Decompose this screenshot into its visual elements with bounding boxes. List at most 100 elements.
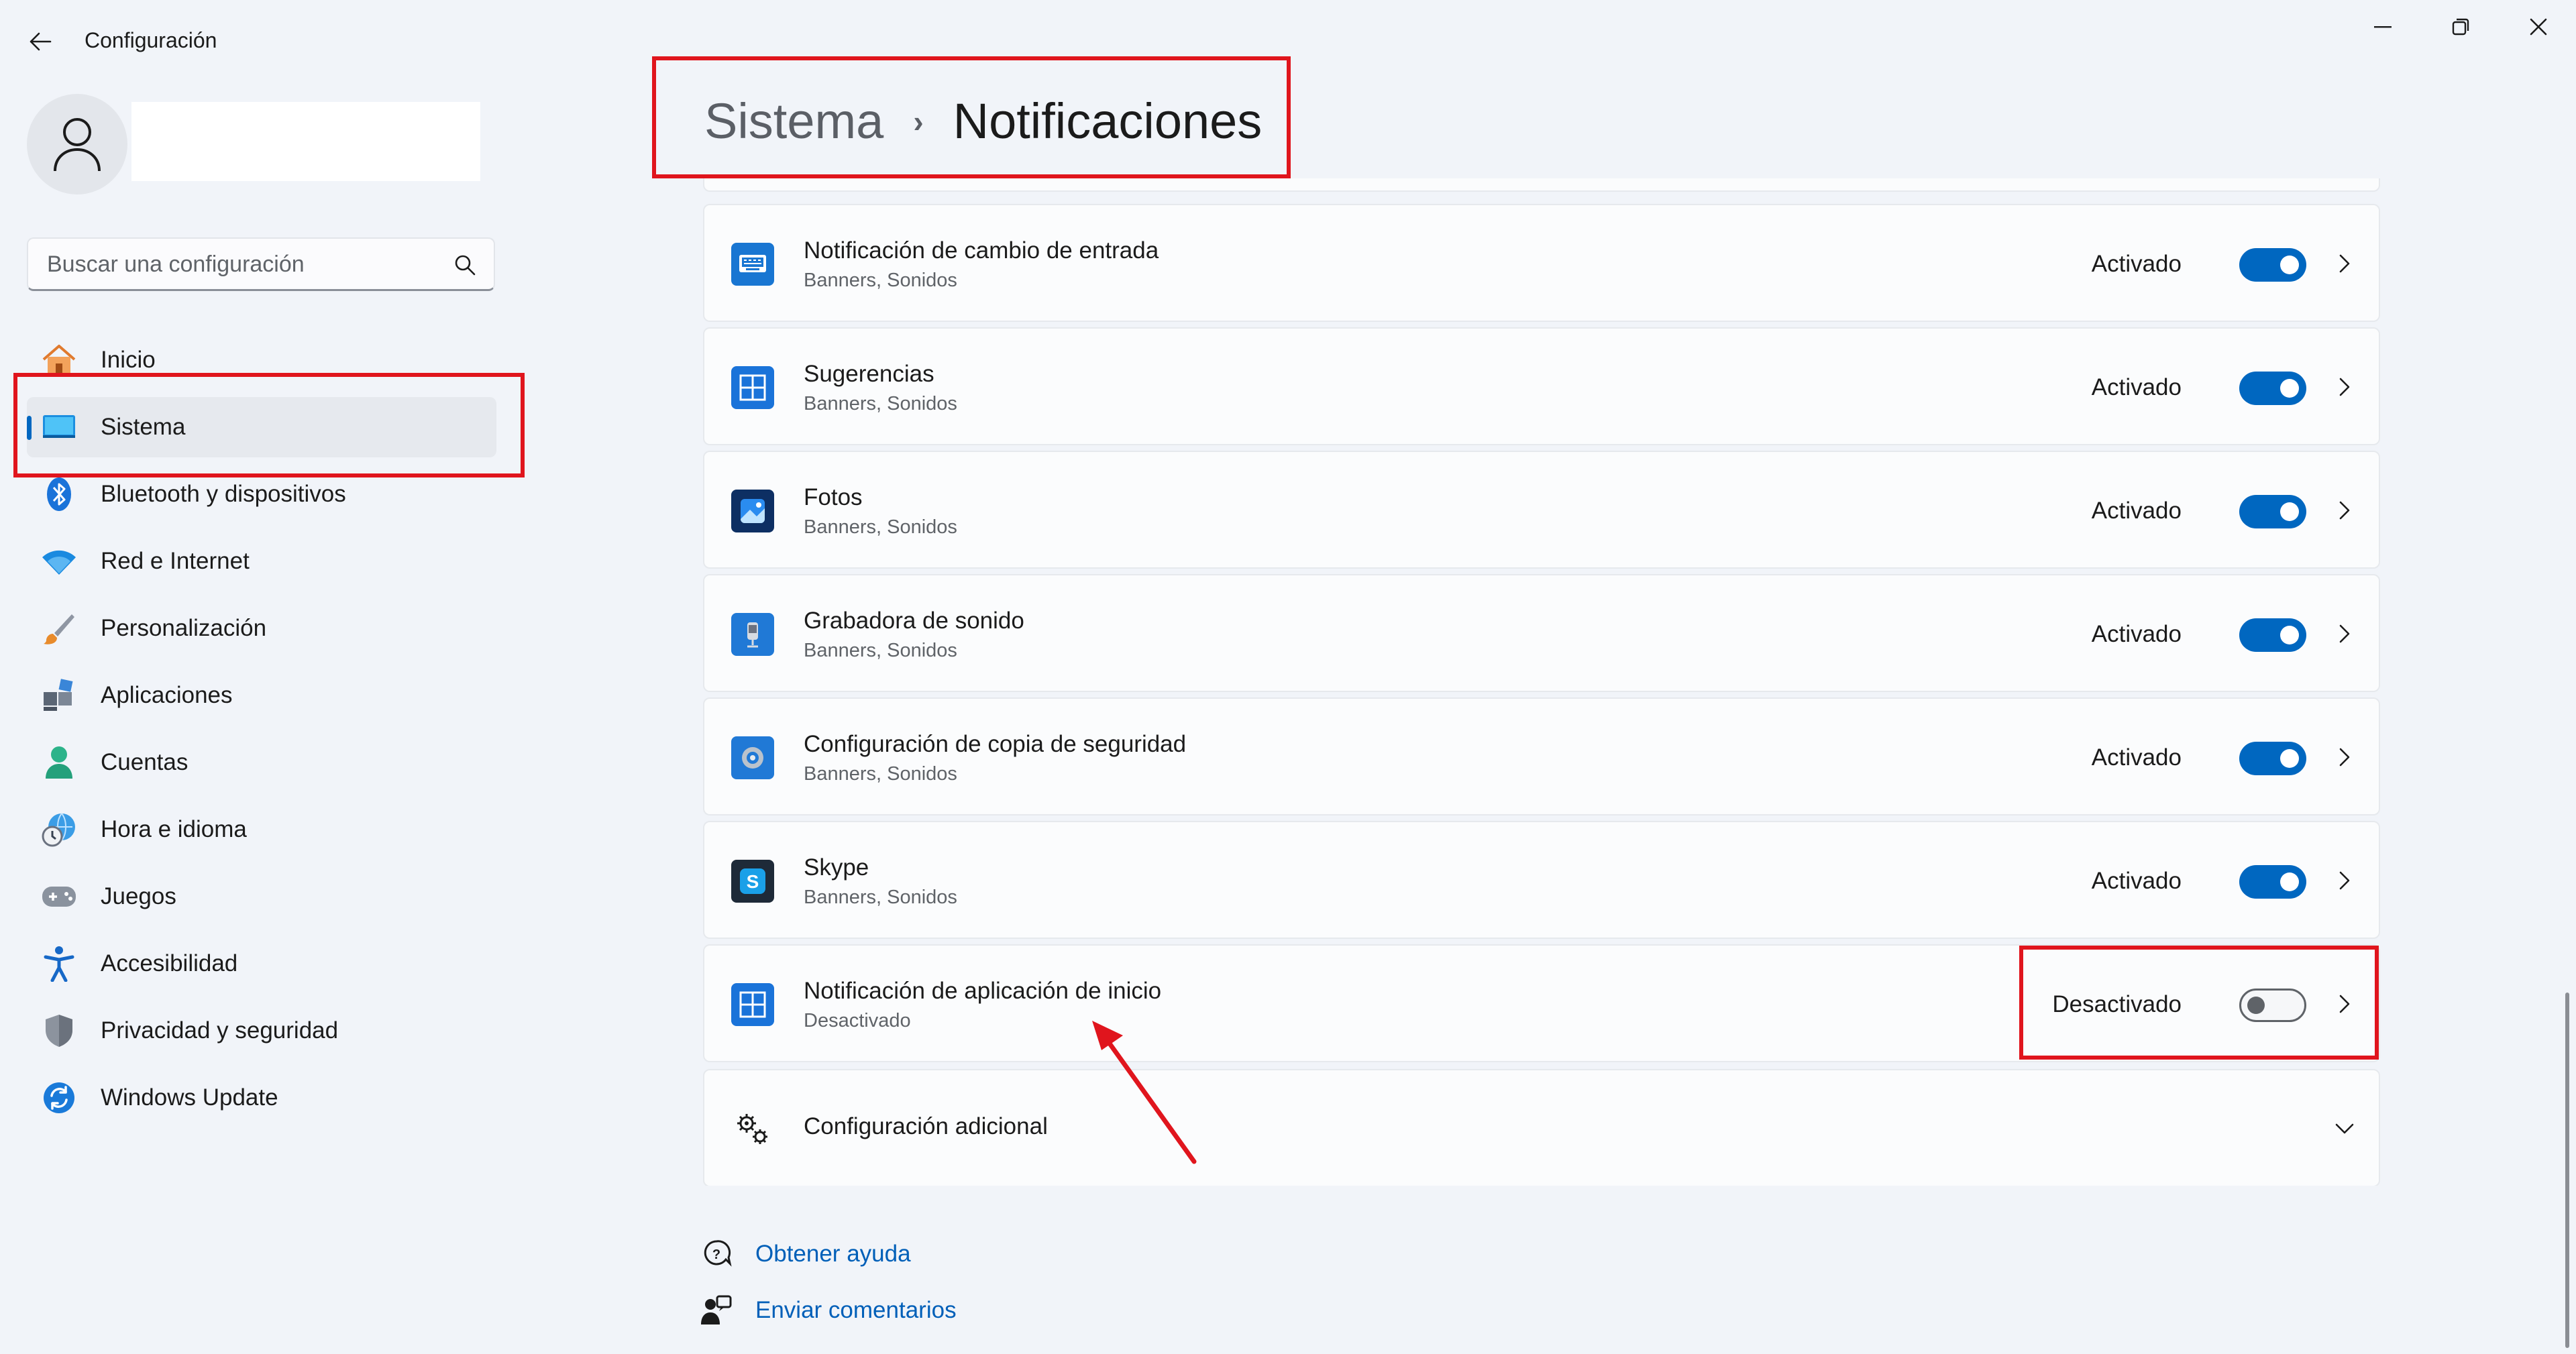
notification-card-sugerencias[interactable]: Sugerencias Banners, Sonidos Activado bbox=[703, 327, 2380, 445]
card-subtitle: Banners, Sonidos bbox=[804, 393, 957, 414]
notification-toggle[interactable] bbox=[2239, 618, 2306, 652]
account-icon bbox=[40, 744, 78, 781]
skype-app-icon: S bbox=[731, 860, 774, 903]
sidebar-item-windows-update[interactable]: Windows Update bbox=[27, 1068, 496, 1128]
search-box[interactable] bbox=[27, 237, 495, 291]
sidebar-item-label: Aplicaciones bbox=[101, 682, 233, 708]
chevron-right-icon[interactable] bbox=[2328, 370, 2361, 404]
toggle-state-label: Activado bbox=[2091, 251, 2182, 277]
annotation-arrow-icon bbox=[1092, 1021, 1197, 1164]
notification-card-fotos[interactable]: Fotos Banners, Sonidos Activado bbox=[703, 451, 2380, 569]
shield-icon bbox=[40, 1012, 78, 1050]
sidebar-item-label: Red e Internet bbox=[101, 548, 250, 574]
sidebar-item-privacidad[interactable]: Privacidad y seguridad bbox=[27, 1001, 496, 1061]
chevron-right-icon[interactable] bbox=[2328, 247, 2361, 280]
sidebar-item-red[interactable]: Red e Internet bbox=[27, 531, 496, 591]
notification-toggle[interactable] bbox=[2239, 248, 2306, 282]
minimize-icon bbox=[2374, 26, 2392, 28]
chevron-right-icon[interactable] bbox=[2328, 864, 2361, 897]
help-chat-icon: ? bbox=[700, 1238, 733, 1270]
card-subtitle: Desactivado bbox=[804, 1010, 911, 1031]
close-icon bbox=[2530, 18, 2547, 36]
card-subtitle: Banners, Sonidos bbox=[804, 270, 957, 291]
sidebar-item-label: Juegos bbox=[101, 883, 176, 909]
sidebar-item-aplicaciones[interactable]: Aplicaciones bbox=[27, 665, 496, 726]
sidebar-item-label: Privacidad y seguridad bbox=[101, 1017, 339, 1043]
annotation-box-sistema bbox=[13, 373, 525, 477]
sidebar-item-label: Bluetooth y dispositivos bbox=[101, 481, 346, 507]
toggle-state-label: Activado bbox=[2091, 621, 2182, 647]
notification-toggle[interactable] bbox=[2239, 865, 2306, 899]
card-title: Notificación de aplicación de inicio bbox=[804, 978, 1162, 1004]
notification-card-skype[interactable]: S Skype Banners, Sonidos Activado bbox=[703, 821, 2380, 939]
chevron-right-icon[interactable] bbox=[2328, 494, 2361, 527]
notification-card-grabadora[interactable]: Grabadora de sonido Banners, Sonidos Act… bbox=[703, 574, 2380, 692]
scrollbar-thumb[interactable] bbox=[2565, 993, 2569, 1348]
card-subtitle: Banners, Sonidos bbox=[804, 763, 957, 785]
get-help-link[interactable]: ? Obtener ayuda bbox=[700, 1238, 911, 1270]
restore-button[interactable] bbox=[2423, 0, 2498, 54]
chevron-down-icon[interactable] bbox=[2328, 1112, 2361, 1145]
notification-toggle[interactable] bbox=[2239, 372, 2306, 405]
gears-icon bbox=[731, 1108, 774, 1151]
app-title: Configuración bbox=[85, 28, 217, 52]
card-title: Fotos bbox=[804, 484, 863, 510]
card-subtitle: Banners, Sonidos bbox=[804, 516, 957, 538]
sidebar-item-juegos[interactable]: Juegos bbox=[27, 866, 496, 927]
sidebar-item-label: Cuentas bbox=[101, 749, 189, 775]
clock-globe-icon bbox=[40, 811, 78, 848]
card-subtitle: Banners, Sonidos bbox=[804, 887, 957, 908]
sidebar-item-cuentas[interactable]: Cuentas bbox=[27, 732, 496, 793]
toggle-state-label: Activado bbox=[2091, 744, 2182, 771]
wifi-icon bbox=[40, 543, 78, 580]
sidebar-item-label: Accesibilidad bbox=[101, 950, 238, 976]
notification-toggle[interactable] bbox=[2239, 742, 2306, 775]
notification-toggle[interactable] bbox=[2239, 495, 2306, 528]
sidebar-item-personalizacion[interactable]: Personalización bbox=[27, 598, 496, 659]
card-title: Sugerencias bbox=[804, 361, 934, 387]
sidebar-item-label: Windows Update bbox=[101, 1084, 278, 1111]
card-title: Configuración de copia de seguridad bbox=[804, 731, 1187, 757]
recorder-app-icon bbox=[731, 613, 774, 656]
notification-card-cambio-entrada[interactable]: Notificación de cambio de entrada Banner… bbox=[703, 204, 2380, 322]
toggle-state-label: Activado bbox=[2091, 868, 2182, 894]
apps-icon bbox=[40, 677, 78, 714]
svg-text:?: ? bbox=[712, 1247, 720, 1262]
backup-app-icon bbox=[731, 736, 774, 779]
get-help-label: Obtener ayuda bbox=[755, 1241, 911, 1267]
feedback-person-icon bbox=[700, 1294, 733, 1327]
back-button[interactable] bbox=[19, 20, 62, 63]
notification-card-copia-seguridad[interactable]: Configuración de copia de seguridad Bann… bbox=[703, 697, 2380, 815]
keyboard-app-icon bbox=[731, 243, 774, 286]
accessibility-icon bbox=[40, 945, 78, 982]
back-arrow-icon bbox=[30, 32, 52, 51]
sidebar-item-label: Inicio bbox=[101, 347, 156, 373]
sidebar-item-accesibilidad[interactable]: Accesibilidad bbox=[27, 934, 496, 994]
annotation-box-header bbox=[652, 56, 1291, 178]
minimize-button[interactable] bbox=[2345, 0, 2420, 54]
chevron-right-icon[interactable] bbox=[2328, 617, 2361, 651]
restore-icon bbox=[2452, 18, 2469, 36]
update-icon bbox=[40, 1079, 78, 1117]
sidebar-item-label: Personalización bbox=[101, 615, 267, 641]
send-feedback-label: Enviar comentarios bbox=[755, 1297, 957, 1323]
windows-app-icon bbox=[731, 983, 774, 1026]
user-icon bbox=[54, 118, 101, 172]
windows-app-icon bbox=[731, 366, 774, 409]
photos-app-icon bbox=[731, 490, 774, 532]
profile-name-redacted bbox=[131, 102, 480, 181]
send-feedback-link[interactable]: Enviar comentarios bbox=[700, 1294, 957, 1327]
gamepad-icon bbox=[40, 878, 78, 915]
close-button[interactable] bbox=[2501, 0, 2576, 54]
toggle-state-label: Activado bbox=[2091, 374, 2182, 400]
card-subtitle: Banners, Sonidos bbox=[804, 640, 957, 661]
card-title: Skype bbox=[804, 854, 869, 881]
chevron-right-icon[interactable] bbox=[2328, 740, 2361, 774]
sidebar-item-hora-idioma[interactable]: Hora e idioma bbox=[27, 799, 496, 860]
additional-settings-card[interactable]: Configuración adicional bbox=[703, 1069, 2380, 1186]
search-input[interactable] bbox=[46, 239, 451, 290]
search-icon bbox=[455, 255, 476, 276]
avatar[interactable] bbox=[27, 94, 127, 194]
bluetooth-icon bbox=[40, 475, 78, 513]
annotation-box-toggle bbox=[2019, 946, 2379, 1060]
